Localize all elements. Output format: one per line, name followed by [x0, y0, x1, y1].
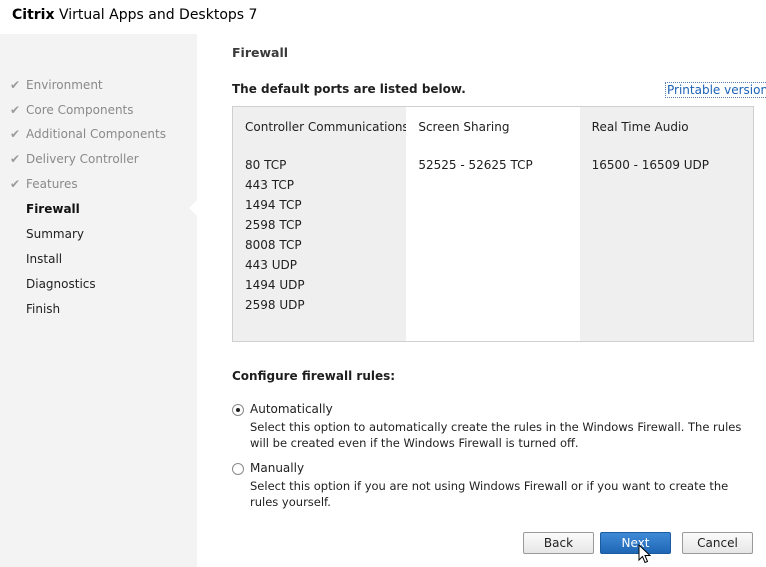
app-brand: Citrix: [12, 7, 55, 23]
port-list: 80 TCP 443 TCP 1494 TCP 2598 TCP 8008 TC…: [245, 155, 305, 315]
ports-column-real-time-audio: Real Time Audio 16500 - 16509 UDP: [579, 107, 753, 341]
title-bar: Citrix Virtual Apps and Desktops 7: [0, 0, 766, 34]
sidebar-item-core-components[interactable]: ✔ Core Components: [10, 101, 134, 119]
checkmark-icon: ✔: [10, 177, 21, 191]
main-panel: Firewall The default ports are listed be…: [197, 34, 766, 567]
port-list: 16500 - 16509 UDP: [592, 155, 709, 175]
column-header: Screen Sharing: [418, 120, 510, 134]
cancel-button[interactable]: Cancel: [682, 532, 753, 554]
sidebar-item-label: Features: [26, 177, 78, 191]
wizard-sidebar: ✔ Environment ✔ Core Components ✔ Additi…: [0, 34, 197, 567]
sidebar-item-label: Firewall: [26, 202, 80, 216]
back-button[interactable]: Back: [523, 532, 594, 554]
port-value: 80 TCP: [245, 158, 287, 172]
sidebar-item-delivery-controller[interactable]: ✔ Delivery Controller: [10, 150, 139, 168]
ports-column-controller: Controller Communications 80 TCP 443 TCP…: [233, 107, 409, 341]
checkmark-icon: ✔: [10, 152, 21, 166]
port-value: 1494 UDP: [245, 278, 305, 292]
sidebar-item-install: Install: [10, 250, 62, 268]
port-list: 52525 - 52625 TCP: [418, 155, 532, 175]
radio-description: Select this option to automatically crea…: [250, 420, 742, 450]
checkmark-icon: ✔: [10, 78, 21, 92]
port-value: 1494 TCP: [245, 198, 302, 212]
printable-version-link[interactable]: Printable version: [665, 82, 766, 98]
radio-button-manually[interactable]: [232, 463, 244, 475]
column-header: Controller Communications: [245, 120, 409, 134]
sidebar-item-diagnostics: Diagnostics: [10, 275, 96, 293]
port-value: 52525 - 52625 TCP: [418, 158, 533, 172]
port-value: 2598 UDP: [245, 298, 305, 312]
ports-column-screen-sharing: Screen Sharing 52525 - 52625 TCP: [406, 107, 580, 341]
firewall-rules-heading: Configure firewall rules:: [232, 369, 396, 383]
mouse-pointer-icon: [638, 544, 652, 564]
sidebar-item-additional-components[interactable]: ✔ Additional Components: [10, 125, 166, 143]
port-value: 443 UDP: [245, 258, 297, 272]
sidebar-item-firewall[interactable]: Firewall: [10, 200, 80, 218]
next-button[interactable]: Next: [600, 532, 671, 554]
sidebar-item-label: Environment: [26, 78, 103, 92]
checkmark-icon: ✔: [10, 127, 21, 141]
port-value: 443 TCP: [245, 178, 294, 192]
sidebar-item-label: Diagnostics: [26, 277, 96, 291]
ports-table: Controller Communications 80 TCP 443 TCP…: [232, 106, 754, 342]
sidebar-item-label: Delivery Controller: [26, 152, 139, 166]
radio-description: Select this option if you are not using …: [250, 479, 729, 509]
port-value: 2598 TCP: [245, 218, 302, 232]
sidebar-item-label: Additional Components: [26, 127, 166, 141]
app-title: Citrix Virtual Apps and Desktops 7: [12, 7, 257, 23]
sidebar-item-label: Core Components: [26, 103, 134, 117]
sidebar-item-finish: Finish: [10, 300, 60, 318]
checkmark-icon: ✔: [10, 103, 21, 117]
sidebar-item-environment[interactable]: ✔ Environment: [10, 76, 103, 94]
radio-button-automatically[interactable]: [232, 404, 244, 416]
sidebar-item-label: Install: [26, 252, 63, 266]
page-title: Firewall: [232, 45, 289, 60]
column-header: Real Time Audio: [591, 120, 689, 134]
radio-label[interactable]: Automatically: [250, 402, 333, 416]
app-title-text: Virtual Apps and Desktops 7: [58, 7, 258, 23]
port-value: 16500 - 16509 UDP: [591, 158, 710, 172]
sidebar-item-summary: Summary: [10, 225, 84, 243]
sidebar-item-features[interactable]: ✔ Features: [10, 175, 78, 193]
sidebar-item-label: Finish: [26, 302, 61, 316]
port-value: 8008 TCP: [245, 238, 302, 252]
sidebar-item-label: Summary: [26, 227, 84, 241]
ports-heading: The default ports are listed below.: [232, 82, 466, 96]
radio-label[interactable]: Manually: [250, 461, 304, 475]
